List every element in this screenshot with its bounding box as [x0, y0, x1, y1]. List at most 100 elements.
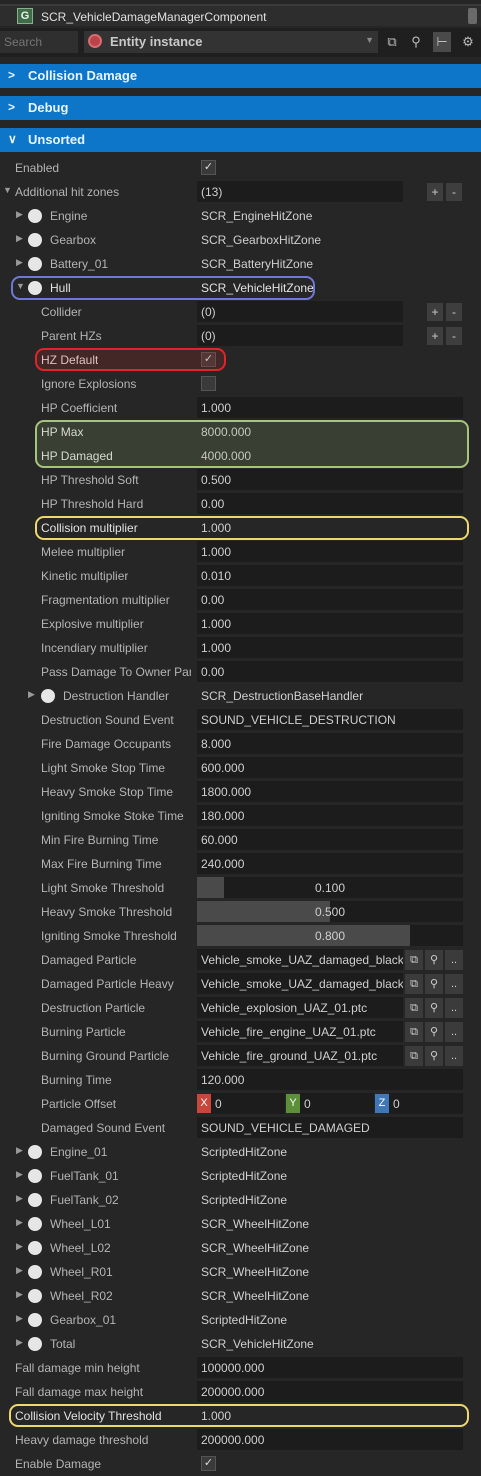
- hitzone-total[interactable]: ▶ Total SCR_VehicleHitZone: [0, 1332, 481, 1356]
- chevron-right-icon[interactable]: ▶: [16, 1289, 23, 1300]
- remove-button[interactable]: -: [446, 327, 462, 345]
- collision-multiplier-field[interactable]: 1.000: [197, 517, 463, 538]
- remove-button[interactable]: -: [446, 183, 462, 201]
- search-icon[interactable]: ⚲: [425, 974, 443, 994]
- hitzone-wheel-l02[interactable]: ▶ Wheel_L02 SCR_WheelHitZone: [0, 1236, 481, 1260]
- chevron-right-icon[interactable]: ▶: [16, 1193, 23, 1204]
- remove-button[interactable]: -: [446, 303, 462, 321]
- section-debug[interactable]: > Debug: [0, 96, 481, 120]
- light-smoke-threshold-slider[interactable]: 0.100: [197, 877, 463, 898]
- hierarchy-icon[interactable]: ⊢: [433, 32, 451, 52]
- browse-button[interactable]: ..: [445, 974, 463, 994]
- chevron-right-icon[interactable]: ▶: [16, 1313, 23, 1324]
- hp-coefficient-field[interactable]: 1.000: [197, 397, 463, 418]
- add-button[interactable]: +: [427, 303, 443, 321]
- incendiary-multiplier-field[interactable]: 1.000: [197, 637, 463, 658]
- section-collision-damage[interactable]: > Collision Damage: [0, 64, 481, 88]
- offset-x-field[interactable]: 0: [211, 1093, 285, 1114]
- hitzone-hull[interactable]: ▼ Hull SCR_VehicleHitZone: [0, 276, 481, 300]
- hitzone-battery[interactable]: ▶ Battery_01 SCR_BatteryHitZone: [0, 252, 481, 276]
- chevron-right-icon[interactable]: ▶: [16, 1265, 23, 1276]
- chevron-right-icon[interactable]: ▶: [16, 1145, 23, 1156]
- chevron-down-icon[interactable]: ▼: [16, 281, 25, 291]
- igniting-smoke-threshold-slider[interactable]: 0.800: [197, 925, 463, 946]
- chevron-down-icon[interactable]: ▼: [3, 185, 12, 195]
- search-icon[interactable]: ⚲: [425, 998, 443, 1018]
- hitzone-fueltank-01[interactable]: ▶ FuelTank_01 ScriptedHitZone: [0, 1164, 481, 1188]
- max-fire-burning-field[interactable]: 240.000: [197, 853, 463, 874]
- burning-ground-particle-field[interactable]: Vehicle_fire_ground_UAZ_01.ptc: [197, 1045, 403, 1066]
- search-input[interactable]: [0, 31, 78, 53]
- hitzone-gearbox[interactable]: ▶ Gearbox SCR_GearboxHitZone: [0, 228, 481, 252]
- search-icon[interactable]: ⚲: [425, 950, 443, 970]
- fall-damage-max-field[interactable]: 200000.000: [197, 1381, 463, 1402]
- open-external-icon[interactable]: ⧉: [405, 998, 423, 1018]
- add-button[interactable]: +: [427, 183, 443, 201]
- open-external-icon[interactable]: ⧉: [405, 950, 423, 970]
- ignore-explosions-checkbox[interactable]: [201, 376, 216, 391]
- light-smoke-stop-field[interactable]: 600.000: [197, 757, 463, 778]
- browse-button[interactable]: ..: [445, 1022, 463, 1042]
- search-icon[interactable]: ⚲: [425, 1022, 443, 1042]
- offset-z-field[interactable]: 0: [389, 1093, 463, 1114]
- gear-icon[interactable]: ⚙: [459, 32, 477, 52]
- melee-multiplier-field[interactable]: 1.000: [197, 541, 463, 562]
- chevron-right-icon[interactable]: ▶: [16, 1241, 23, 1252]
- chevron-right-icon[interactable]: ▶: [28, 689, 35, 700]
- fall-damage-min-field[interactable]: 100000.000: [197, 1357, 463, 1378]
- open-external-icon[interactable]: ⧉: [405, 974, 423, 994]
- hitzone-wheel-l01[interactable]: ▶ Wheel_L01 SCR_WheelHitZone: [0, 1212, 481, 1236]
- open-external-icon[interactable]: ⧉: [405, 1022, 423, 1042]
- heavy-smoke-threshold-slider[interactable]: 0.500: [197, 901, 463, 922]
- hitzone-fueltank-02[interactable]: ▶ FuelTank_02 ScriptedHitZone: [0, 1188, 481, 1212]
- search-icon[interactable]: ⚲: [425, 1046, 443, 1066]
- damaged-sound-field[interactable]: SOUND_VEHICLE_DAMAGED: [197, 1117, 463, 1138]
- enabled-checkbox[interactable]: ✓: [201, 160, 216, 175]
- chevron-right-icon[interactable]: ▶: [16, 1217, 23, 1228]
- hitzone-engine[interactable]: ▶ Engine SCR_EngineHitZone: [0, 204, 481, 228]
- chevron-right-icon[interactable]: ▶: [16, 1337, 23, 1348]
- collision-velocity-threshold-field[interactable]: 1.000: [197, 1405, 463, 1426]
- burning-time-field[interactable]: 120.000: [197, 1069, 463, 1090]
- open-external-icon[interactable]: ⧉: [383, 32, 401, 52]
- damaged-particle-field[interactable]: Vehicle_smoke_UAZ_damaged_black_01.ptc: [197, 949, 403, 970]
- igniting-smoke-stoke-field[interactable]: 180.000: [197, 805, 463, 826]
- hp-damaged-field[interactable]: 4000.000: [197, 445, 463, 466]
- fragmentation-multiplier-field[interactable]: 0.00: [197, 589, 463, 610]
- section-unsorted[interactable]: ∨ Unsorted: [0, 128, 481, 152]
- entity-selector[interactable]: Entity instance ▼: [84, 31, 378, 53]
- chevron-right-icon[interactable]: ▶: [16, 257, 23, 268]
- hitzone-engine-01[interactable]: ▶ Engine_01 ScriptedHitZone: [0, 1140, 481, 1164]
- destruction-particle-field[interactable]: Vehicle_explosion_UAZ_01.ptc: [197, 997, 403, 1018]
- hp-max-field[interactable]: 8000.000: [197, 421, 463, 442]
- heavy-smoke-stop-field[interactable]: 1800.000: [197, 781, 463, 802]
- browse-button[interactable]: ..: [445, 998, 463, 1018]
- chevron-right-icon[interactable]: ▶: [16, 233, 23, 244]
- kinetic-multiplier-field[interactable]: 0.010: [197, 565, 463, 586]
- enable-damage-checkbox[interactable]: ✓: [201, 1456, 216, 1471]
- open-external-icon[interactable]: ⧉: [405, 1046, 423, 1066]
- heavy-damage-threshold-field[interactable]: 200000.000: [197, 1429, 463, 1450]
- hp-threshold-soft-field[interactable]: 0.500: [197, 469, 463, 490]
- chevron-down-icon[interactable]: ▼: [365, 35, 374, 45]
- add-button[interactable]: +: [427, 327, 443, 345]
- chevron-right-icon[interactable]: ▶: [16, 209, 23, 220]
- explosive-multiplier-field[interactable]: 1.000: [197, 613, 463, 634]
- browse-button[interactable]: ..: [445, 950, 463, 970]
- hz-default-checkbox[interactable]: ✓: [201, 352, 216, 367]
- destruction-sound-field[interactable]: SOUND_VEHICLE_DESTRUCTION: [197, 709, 463, 730]
- offset-y-field[interactable]: 0: [300, 1093, 374, 1114]
- fire-damage-occupants-field[interactable]: 8.000: [197, 733, 463, 754]
- min-fire-burning-field[interactable]: 60.000: [197, 829, 463, 850]
- browse-button[interactable]: ..: [445, 1046, 463, 1066]
- damaged-particle-heavy-field[interactable]: Vehicle_smoke_UAZ_damaged_black_02.ptc: [197, 973, 403, 994]
- burning-particle-field[interactable]: Vehicle_fire_engine_UAZ_01.ptc: [197, 1021, 403, 1042]
- hitzone-wheel-r01[interactable]: ▶ Wheel_R01 SCR_WheelHitZone: [0, 1260, 481, 1284]
- chevron-right-icon[interactable]: ▶: [16, 1169, 23, 1180]
- search-icon[interactable]: ⚲: [407, 32, 425, 52]
- title-scroll-handle[interactable]: [468, 8, 477, 24]
- hitzone-wheel-r02[interactable]: ▶ Wheel_R02 SCR_WheelHitZone: [0, 1284, 481, 1308]
- hitzone-gearbox-01[interactable]: ▶ Gearbox_01 ScriptedHitZone: [0, 1308, 481, 1332]
- row-destruction-handler[interactable]: ▶ Destruction Handler SCR_DestructionBas…: [0, 684, 481, 708]
- pass-damage-field[interactable]: 0.00: [197, 661, 463, 682]
